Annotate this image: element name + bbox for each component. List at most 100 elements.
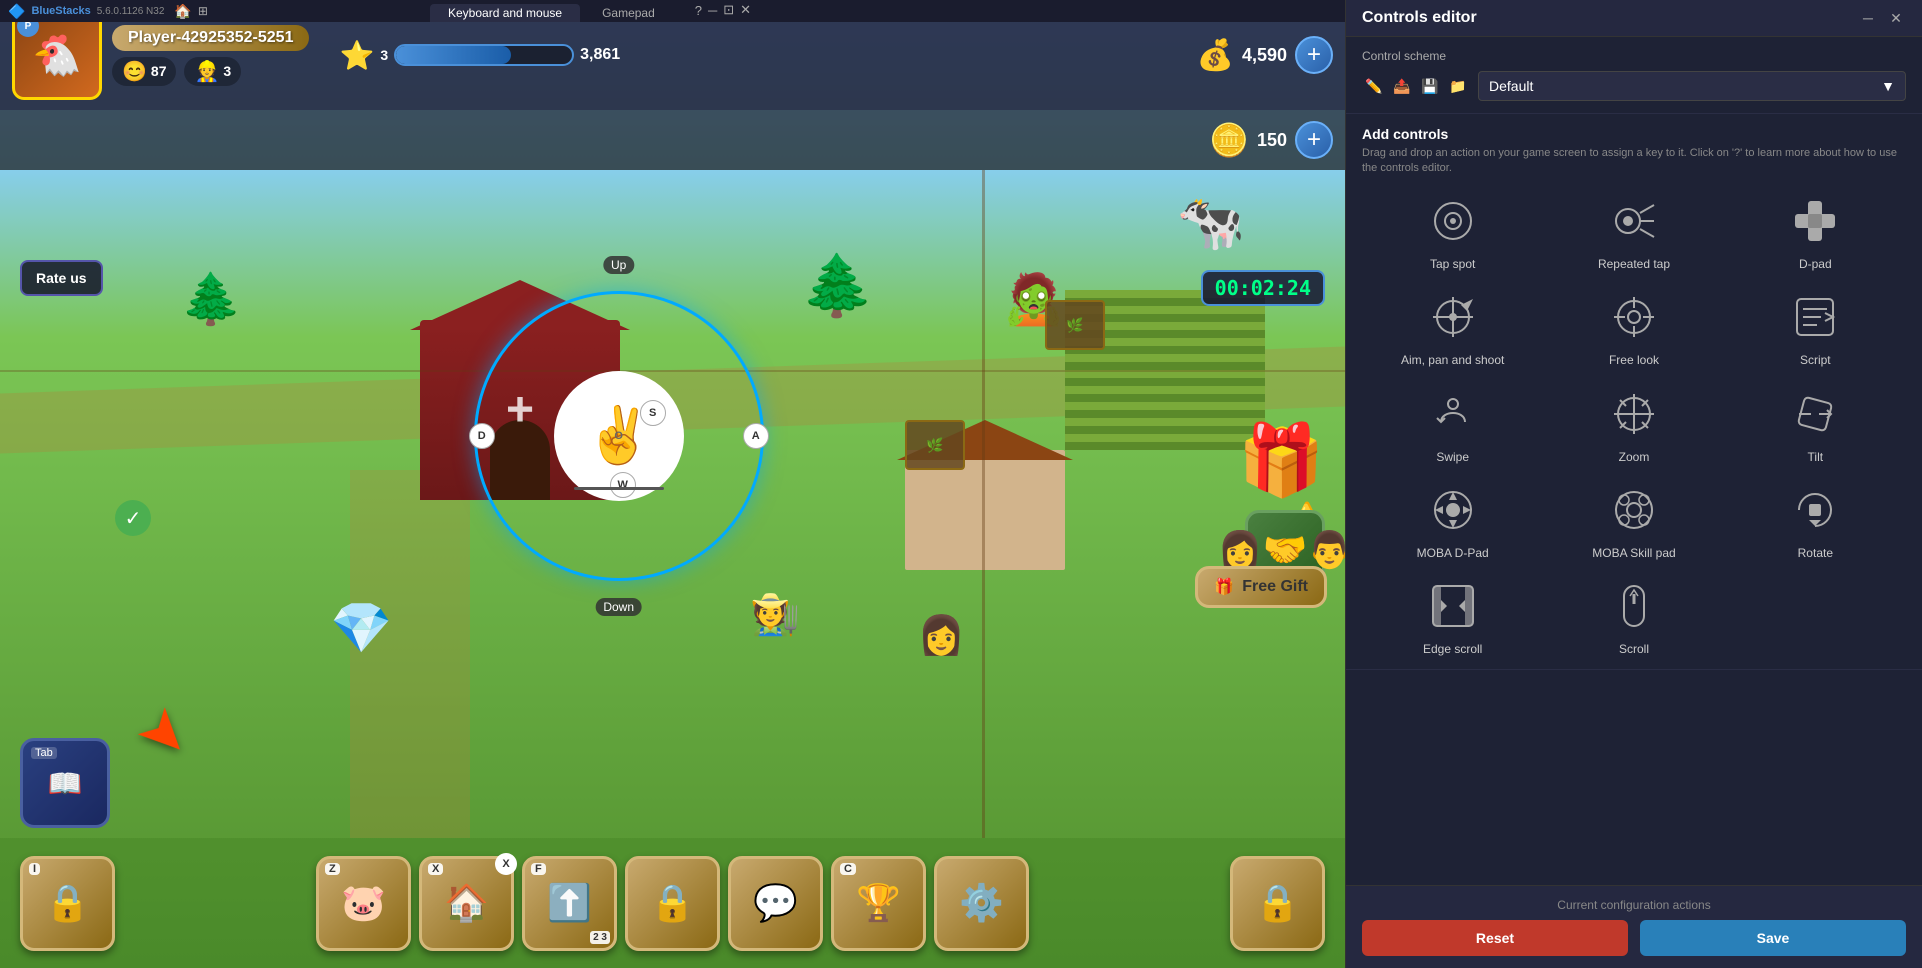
control-free-look[interactable]: Free look bbox=[1551, 287, 1716, 367]
script-label: Script bbox=[1800, 353, 1831, 367]
house-badge: X bbox=[495, 853, 517, 875]
avatar-icon: 🐔 bbox=[32, 32, 82, 79]
bs-logo-icon: 🔷 bbox=[8, 3, 25, 20]
character-1: 🧑‍🌾 bbox=[750, 591, 800, 638]
swipe-label: Swipe bbox=[1436, 450, 1469, 464]
control-script[interactable]: Script bbox=[1733, 287, 1898, 367]
swipe-icon bbox=[1429, 390, 1477, 438]
game-area: + 💎 🌲 🌲 🧑‍🌾 👩 🐄 🧟 🌿 🌿 🎁 🐔 bbox=[0, 0, 1345, 968]
scheme-edit-btn[interactable]: ✏️ bbox=[1362, 74, 1386, 98]
toolbar-main: Z 🐷 X 🏠 X F ⬆️ 2 3 🔒 💬 C 🏆 bbox=[125, 856, 1220, 951]
gift-icon-sm: 🎁 bbox=[1214, 577, 1234, 597]
rate-us-box[interactable]: Rate us bbox=[20, 260, 103, 296]
panel-minimize-btn[interactable]: ─ bbox=[1858, 8, 1878, 28]
key-w: W bbox=[610, 472, 636, 498]
toolbar-pig[interactable]: Z 🐷 bbox=[316, 856, 411, 951]
free-look-icon-wrap bbox=[1604, 287, 1664, 347]
scroll-label: Scroll bbox=[1619, 642, 1649, 656]
window-icon: ⊞ bbox=[198, 4, 208, 18]
toolbar-trophy[interactable]: C 🏆 bbox=[831, 856, 926, 951]
toolbar-chat[interactable]: 💬 bbox=[728, 856, 823, 951]
zoom-label: Zoom bbox=[1619, 450, 1650, 464]
moba-dpad-icon-wrap bbox=[1423, 480, 1483, 540]
dpad-icon-wrap bbox=[1785, 191, 1845, 251]
player-name-bar: Player-42925352-5251 bbox=[112, 25, 309, 51]
control-tap-spot[interactable]: Tap spot bbox=[1370, 191, 1535, 271]
control-edge-scroll[interactable]: Edge scroll bbox=[1370, 576, 1535, 656]
add-controls-title: Add controls bbox=[1362, 126, 1906, 142]
save-button[interactable]: Save bbox=[1640, 920, 1906, 956]
cow: 🐄 bbox=[1177, 190, 1245, 255]
dpad-icon bbox=[1791, 197, 1839, 245]
scheme-label: Control scheme bbox=[1362, 49, 1906, 63]
toolbar-lock-mid[interactable]: 🔒 bbox=[625, 856, 720, 951]
key-o: O bbox=[606, 423, 632, 449]
wasd-control[interactable]: ✌️ Up Down D A S W O + bbox=[469, 286, 769, 586]
tab-keyboard-mouse[interactable]: Keyboard and mouse bbox=[430, 4, 580, 22]
close-btn[interactable]: ✕ bbox=[740, 2, 751, 18]
scheme-download-btn[interactable]: 💾 bbox=[1418, 74, 1442, 98]
control-repeated-tap[interactable]: Repeated tap bbox=[1551, 191, 1716, 271]
control-aim-pan-shoot[interactable]: Aim, pan and shoot bbox=[1370, 287, 1535, 367]
add-coins-button[interactable]: + bbox=[1295, 36, 1333, 74]
edge-scroll-icon bbox=[1429, 582, 1477, 630]
tab-key-label: Tab bbox=[31, 747, 57, 759]
player-info: Player-42925352-5251 😊 87 👷 3 bbox=[112, 25, 309, 86]
control-dpad[interactable]: D-pad bbox=[1733, 191, 1898, 271]
control-zoom[interactable]: Zoom bbox=[1551, 384, 1716, 464]
restore-btn[interactable]: ⊡ bbox=[723, 2, 734, 18]
tab-bar: Keyboard and mouse Gamepad bbox=[430, 0, 673, 22]
scheme-selected-label: Default bbox=[1489, 78, 1533, 94]
control-moba-skill-pad[interactable]: MOBA Skill pad bbox=[1551, 480, 1716, 560]
worker2-icon: 👷 bbox=[194, 59, 219, 84]
scheme-select[interactable]: Default ▼ bbox=[1478, 71, 1906, 101]
tree-2: 🌲 bbox=[800, 250, 875, 321]
toolbar-house[interactable]: X 🏠 X bbox=[419, 856, 514, 951]
control-tilt[interactable]: Tilt bbox=[1733, 384, 1898, 464]
aim-pan-shoot-label: Aim, pan and shoot bbox=[1401, 353, 1504, 367]
toolbar-lock-right[interactable]: 🔒 bbox=[1230, 856, 1325, 951]
toolbar-lock-left[interactable]: I 🔒 bbox=[20, 856, 115, 951]
num-badge-23: 2 3 bbox=[590, 931, 610, 944]
moba-skill-icon bbox=[1610, 486, 1658, 534]
second-bar: 🪙 150 + bbox=[0, 110, 1345, 170]
dir-up-label: Up bbox=[603, 256, 634, 274]
scheme-upload-btn[interactable]: 📁 bbox=[1446, 74, 1470, 98]
moba-skill-label: MOBA Skill pad bbox=[1592, 546, 1675, 560]
free-gift-box[interactable]: 🎁 Free Gift bbox=[1195, 566, 1327, 608]
bottom-toolbar: I 🔒 Z 🐷 X 🏠 X F ⬆️ 2 3 🔒 💬 bbox=[0, 838, 1345, 968]
level-val: 3 bbox=[380, 47, 388, 63]
stat-row: 😊 87 👷 3 bbox=[112, 57, 309, 86]
money-bag-icon: 💰 bbox=[1197, 38, 1234, 73]
toolbar-settings[interactable]: ⚙️ bbox=[934, 856, 1029, 951]
minimize-btn[interactable]: ─ bbox=[708, 2, 717, 18]
controls-grid: Tap spot Repeated tap bbox=[1362, 191, 1906, 657]
config-actions-label: Current configuration actions bbox=[1362, 898, 1906, 912]
repeated-tap-icon bbox=[1610, 197, 1658, 245]
panel-close-btn[interactable]: ✕ bbox=[1886, 8, 1906, 28]
control-moba-dpad[interactable]: MOBA D-Pad bbox=[1370, 480, 1535, 560]
toolbar-arrow[interactable]: F ⬆️ 2 3 bbox=[522, 856, 617, 951]
key-c-badge: C bbox=[840, 863, 856, 875]
key-z-badge: Z bbox=[325, 863, 340, 875]
coin-icon: 🪙 bbox=[1209, 121, 1249, 159]
scroll-icon bbox=[1610, 582, 1658, 630]
help-btn[interactable]: ? bbox=[695, 2, 702, 18]
reset-button[interactable]: Reset bbox=[1362, 920, 1628, 956]
tilt-icon bbox=[1791, 390, 1839, 438]
dpad-label: D-pad bbox=[1799, 257, 1832, 271]
control-rotate[interactable]: Rotate bbox=[1733, 480, 1898, 560]
tab-gamepad[interactable]: Gamepad bbox=[584, 4, 673, 22]
repeated-tap-label: Repeated tap bbox=[1598, 257, 1670, 271]
control-scroll[interactable]: Scroll bbox=[1551, 576, 1716, 656]
cash-display: 🪙 150 + bbox=[609, 121, 1333, 159]
add-cash-button[interactable]: + bbox=[1295, 121, 1333, 159]
tilt-icon-wrap bbox=[1785, 384, 1845, 444]
rate-us-label: Rate us bbox=[36, 270, 87, 286]
key-f-badge: F bbox=[531, 863, 546, 875]
aim-pan-shoot-icon bbox=[1429, 293, 1477, 341]
control-swipe[interactable]: Swipe bbox=[1370, 384, 1535, 464]
add-controls-section: Add controls Drag and drop an action on … bbox=[1346, 114, 1922, 670]
tab-game-button[interactable]: Tab 📖 bbox=[20, 738, 110, 828]
scheme-share-btn[interactable]: 📤 bbox=[1390, 74, 1414, 98]
